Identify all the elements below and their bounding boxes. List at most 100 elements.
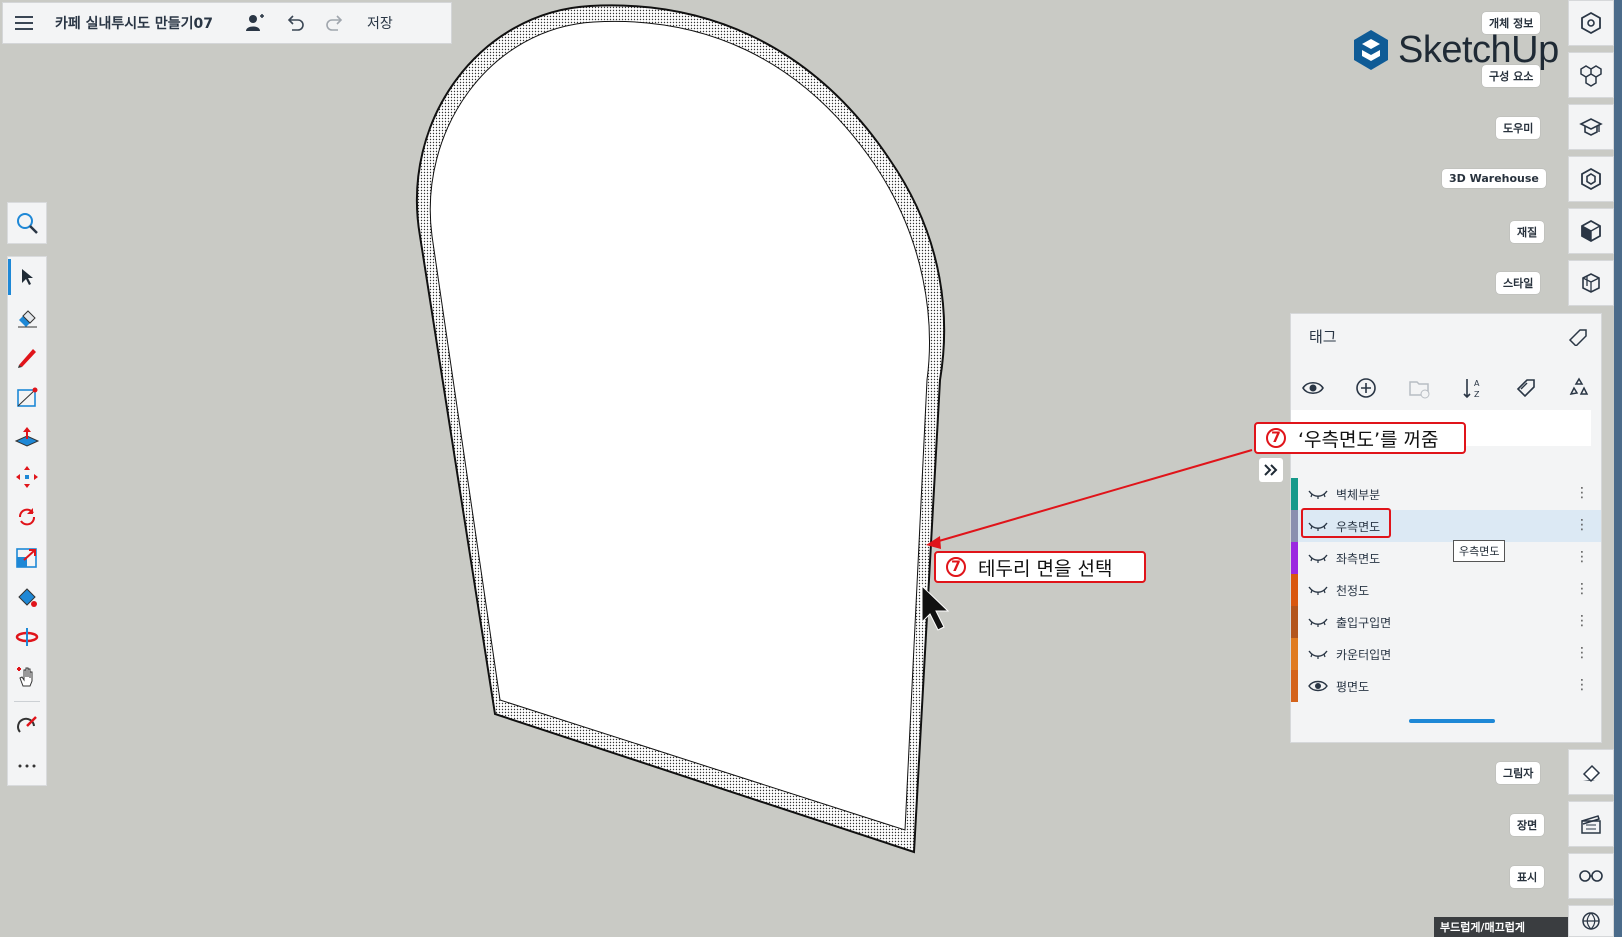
hidden-eye-icon[interactable] xyxy=(1304,489,1332,499)
move-tool[interactable] xyxy=(8,457,46,497)
display-button[interactable] xyxy=(1568,853,1614,899)
search-icon xyxy=(17,213,38,234)
more-vertical-icon[interactable]: ⋮ xyxy=(1575,645,1589,661)
soften-label[interactable]: 부드럽게/매끄럽게 xyxy=(1434,917,1568,937)
rectangle-tool[interactable] xyxy=(8,377,46,417)
materials-button[interactable] xyxy=(1568,208,1614,254)
search-tool[interactable] xyxy=(8,203,46,243)
hidden-eye-icon[interactable] xyxy=(1304,585,1332,595)
instructor-label[interactable]: 도우미 xyxy=(1496,117,1541,139)
tag-edit-button[interactable] xyxy=(1567,326,1589,350)
svg-text:A: A xyxy=(1474,379,1480,388)
shadows-button[interactable] xyxy=(1568,749,1614,795)
styles-button[interactable] xyxy=(1568,260,1614,306)
entity-info-button[interactable] xyxy=(1568,0,1614,46)
step-callout-text: 테두리 면을 선택 xyxy=(978,557,1113,580)
orbit-tool[interactable] xyxy=(8,617,46,657)
rotate-tool[interactable] xyxy=(8,497,46,537)
top-bar: 카페 실내투시도 만들기07 저장 xyxy=(2,2,452,44)
step-number-badge: 7 xyxy=(946,557,966,577)
tag-color-swatch xyxy=(1291,478,1298,510)
tag-row[interactable]: 좌측면도 ⋮ xyxy=(1291,542,1601,574)
line-tool[interactable] xyxy=(8,337,46,377)
tag-row[interactable]: 출입구입면 ⋮ xyxy=(1291,606,1601,638)
callout-arrow-line xyxy=(931,449,1253,544)
tag-name: 평면도 xyxy=(1336,679,1370,694)
pan-tool[interactable] xyxy=(8,657,46,697)
panel-scrollbar[interactable] xyxy=(1409,719,1495,723)
tags-panel: 태그 AZ 벽체부분 ⋮ 우측면도 ⋮ 좌측면도 ⋮ 천정도 ⋮ 출입구입면 ⋮… xyxy=(1259,313,1602,743)
menu-button[interactable] xyxy=(3,2,45,44)
sketchup-logo-icon xyxy=(1354,30,1388,70)
add-collaborator-button[interactable] xyxy=(235,2,275,44)
tag-row[interactable]: 카운터입면 ⋮ xyxy=(1291,638,1601,670)
push-pull-icon xyxy=(14,427,40,447)
components-label[interactable]: 구성 요소 xyxy=(1482,65,1541,87)
tag-color-icon[interactable] xyxy=(1514,376,1538,400)
add-folder-icon[interactable] xyxy=(1407,376,1431,400)
eraser-tool[interactable] xyxy=(8,297,46,337)
orbit-icon xyxy=(15,628,39,646)
materials-label[interactable]: 재질 xyxy=(1510,221,1545,243)
tag-color-swatch xyxy=(1291,606,1298,638)
eraser-icon xyxy=(18,310,37,328)
tape-measure-tool[interactable] xyxy=(8,706,46,746)
styles-icon xyxy=(1582,273,1600,293)
warehouse-button[interactable] xyxy=(1568,156,1614,202)
more-horizontal-icon xyxy=(18,764,36,768)
tag-row[interactable]: 평면도 ⋮ xyxy=(1291,670,1601,702)
tag-row[interactable]: 벽체부분 ⋮ xyxy=(1291,478,1601,510)
tag-color-swatch xyxy=(1291,574,1298,606)
tag-name: 출입구입면 xyxy=(1336,615,1392,630)
user-add-icon xyxy=(246,14,264,31)
components-button[interactable] xyxy=(1568,52,1614,98)
more-vertical-icon[interactable]: ⋮ xyxy=(1575,677,1589,693)
instructor-button[interactable] xyxy=(1568,104,1614,150)
scenes-label[interactable]: 장면 xyxy=(1510,814,1545,836)
more-vertical-icon[interactable]: ⋮ xyxy=(1575,517,1589,533)
tag-highlight-box xyxy=(1301,508,1391,538)
hidden-eye-icon[interactable] xyxy=(1304,617,1332,627)
purge-tags-icon[interactable] xyxy=(1567,376,1591,400)
soften-button[interactable] xyxy=(1568,905,1614,937)
tag-row[interactable]: 천정도 ⋮ xyxy=(1291,574,1601,606)
sort-az-icon[interactable]: AZ xyxy=(1461,376,1485,400)
hidden-eye-icon[interactable] xyxy=(1304,553,1332,563)
tag-tooltip: 우측면도 xyxy=(1453,540,1506,562)
paint-bucket-icon xyxy=(18,588,37,607)
eye-icon[interactable] xyxy=(1301,376,1325,400)
step-callout-turn-off-tag: 7 ‘우측면도’를 꺼줌 xyxy=(1254,422,1466,454)
styles-label[interactable]: 스타일 xyxy=(1496,272,1541,294)
undo-icon xyxy=(287,15,304,31)
shadows-label[interactable]: 그림자 xyxy=(1496,762,1541,784)
visible-eye-icon[interactable] xyxy=(1304,679,1332,693)
step-number-badge: 7 xyxy=(1266,428,1286,448)
more-vertical-icon[interactable]: ⋮ xyxy=(1575,613,1589,629)
step-callout-text: ‘우측면도’를 꺼줌 xyxy=(1298,428,1439,451)
paint-bucket-tool[interactable] xyxy=(8,577,46,617)
display-label[interactable]: 표시 xyxy=(1510,866,1545,888)
entity-info-label[interactable]: 개체 정보 xyxy=(1482,12,1541,34)
shadows-icon xyxy=(1582,764,1601,783)
more-tools-button[interactable] xyxy=(8,746,46,786)
select-tool[interactable] xyxy=(8,257,46,297)
svg-text:Z: Z xyxy=(1474,390,1480,399)
tag-edit-icon xyxy=(1568,329,1587,348)
hidden-eye-icon[interactable] xyxy=(1304,649,1332,659)
more-vertical-icon[interactable]: ⋮ xyxy=(1575,485,1589,501)
scenes-button[interactable] xyxy=(1568,801,1614,847)
add-tag-icon[interactable] xyxy=(1354,376,1378,400)
undo-button[interactable] xyxy=(275,2,315,44)
scale-icon xyxy=(16,548,37,568)
redo-button[interactable] xyxy=(315,2,355,44)
push-pull-tool[interactable] xyxy=(8,417,46,457)
tag-color-swatch xyxy=(1291,638,1298,670)
tag-name: 좌측면도 xyxy=(1336,551,1381,566)
collapse-tray-button[interactable] xyxy=(1259,458,1283,482)
scale-tool[interactable] xyxy=(8,537,46,577)
more-vertical-icon[interactable]: ⋮ xyxy=(1575,581,1589,597)
warehouse-label[interactable]: 3D Warehouse xyxy=(1442,169,1546,188)
more-vertical-icon[interactable]: ⋮ xyxy=(1575,549,1589,565)
tag-color-swatch xyxy=(1291,510,1298,542)
save-button[interactable]: 저장 xyxy=(367,13,393,33)
